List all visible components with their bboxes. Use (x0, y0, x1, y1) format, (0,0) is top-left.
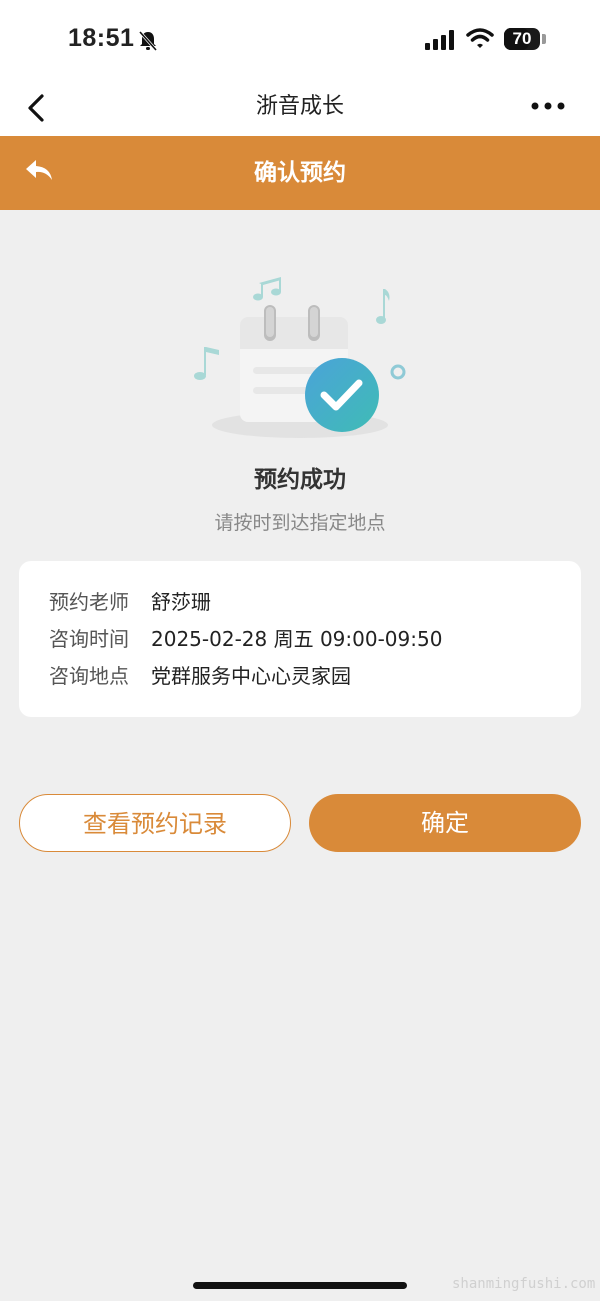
nav-bar: 浙音成长 (0, 80, 600, 136)
home-indicator[interactable] (193, 1282, 407, 1289)
time-row: 咨询时间 2025-02-28 周五 09:00-09:50 (49, 624, 442, 654)
more-icon[interactable] (530, 100, 566, 112)
view-records-button[interactable]: 查看预约记录 (19, 794, 291, 852)
signal-icon (425, 30, 454, 50)
success-subtitle: 请按时到达指定地点 (214, 512, 386, 534)
reply-back-icon[interactable] (24, 158, 54, 184)
time-value: 2025-02-28 周五 09:00-09:50 (151, 627, 443, 651)
teacher-label: 预约老师 (49, 590, 129, 614)
battery-icon: 70 (504, 28, 540, 50)
appointment-info-card: 预约老师 舒莎珊 咨询时间 2025-02-28 周五 09:00-09:50 咨询… (19, 561, 581, 717)
teacher-row: 预约老师 舒莎珊 (49, 587, 211, 617)
back-icon[interactable] (24, 92, 48, 124)
location-row: 咨询地点 党群服务中心心灵家园 (49, 661, 351, 691)
check-circle-icon (305, 358, 379, 432)
confirm-button[interactable]: 确定 (309, 794, 581, 852)
location-value: 党群服务中心心灵家园 (151, 664, 351, 688)
calendar-success-illustration (194, 277, 406, 438)
page-title: 确认预约 (254, 160, 346, 186)
location-label: 咨询地点 (49, 664, 129, 688)
success-title: 预约成功 (254, 467, 346, 493)
page-header: 确认预约 (0, 136, 600, 210)
teacher-value: 舒莎珊 (151, 590, 211, 614)
watermark: shanmingfushi.com (452, 1276, 596, 1292)
bell-muted-icon (138, 31, 158, 51)
status-time: 18:51 (68, 24, 135, 52)
battery-cap (542, 34, 546, 44)
status-bar: 18:51 70 (0, 0, 600, 80)
music-note-icon (253, 277, 281, 301)
wifi-icon (466, 28, 494, 48)
nav-title: 浙音成长 (255, 94, 344, 119)
time-label: 咨询时间 (49, 627, 129, 651)
battery-percent: 70 (512, 29, 532, 48)
